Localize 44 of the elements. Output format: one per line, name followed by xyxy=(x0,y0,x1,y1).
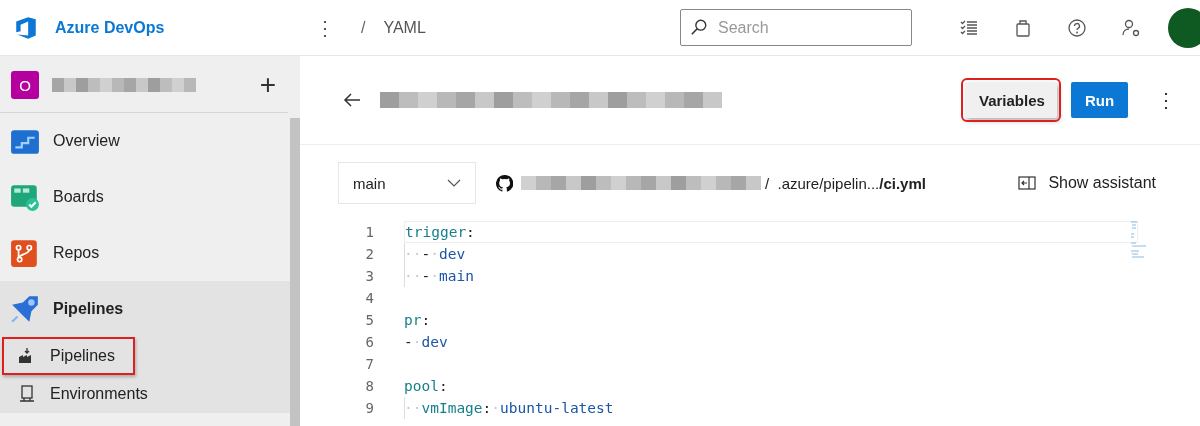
line-number: 9 xyxy=(364,400,374,416)
azure-devops-logo-icon[interactable] xyxy=(13,14,39,41)
line-number: 3 xyxy=(364,268,374,284)
panel-icon xyxy=(1018,176,1037,190)
search-field[interactable]: Search xyxy=(680,9,912,46)
user-settings-icon[interactable] xyxy=(1121,17,1141,38)
more-button[interactable]: ⋮ xyxy=(315,15,335,40)
rocket-icon xyxy=(10,294,40,324)
sidebar-item[interactable]: Pipelines xyxy=(0,281,290,337)
more-button[interactable]: ⋮ xyxy=(1156,88,1176,112)
add-button[interactable]: + xyxy=(259,69,276,101)
line-number: 8 xyxy=(364,378,374,394)
line-number: 5 xyxy=(364,312,374,328)
project-avatar[interactable]: O xyxy=(11,71,39,99)
breadcrumb-separator: / xyxy=(361,18,366,37)
sidebar-item[interactable]: Repos xyxy=(0,225,290,281)
shopping-bag-icon[interactable] xyxy=(1013,17,1033,38)
chevron-down-icon xyxy=(447,179,461,187)
line-number: 1 xyxy=(364,224,374,240)
help-icon[interactable] xyxy=(1067,17,1087,38)
file-path[interactable]: / .azure/pipelin.../ci.yml xyxy=(765,174,926,192)
line-number: 4 xyxy=(364,290,374,306)
scrollbar[interactable] xyxy=(290,118,300,426)
brand-name[interactable]: Azure DevOps xyxy=(55,18,165,37)
code-line: pool: xyxy=(404,377,449,396)
server-icon xyxy=(17,384,37,404)
line-number: 7 xyxy=(364,356,374,372)
line-number: 6 xyxy=(364,334,374,350)
search-icon xyxy=(690,18,708,36)
show-assistant-button[interactable]: Show assistant xyxy=(1012,173,1162,193)
board-check-icon xyxy=(10,182,40,212)
sidebar-item[interactable]: Overview xyxy=(0,113,290,169)
sidebar-subitem[interactable]: Environments xyxy=(2,375,168,413)
line-number: 2 xyxy=(364,246,374,262)
avatar[interactable] xyxy=(1168,7,1200,48)
code-line: pr: xyxy=(404,311,432,330)
github-icon xyxy=(496,174,513,192)
branch-dropdown[interactable]: main xyxy=(338,162,476,204)
breadcrumb-item[interactable]: YAML xyxy=(383,18,426,37)
code-line: -·dev xyxy=(404,333,449,352)
run-button[interactable]: Run xyxy=(1071,82,1128,118)
sidebar-subitem[interactable]: Pipelines xyxy=(2,337,135,375)
branch-tile-icon xyxy=(10,238,40,268)
sidebar-item[interactable]: Boards xyxy=(0,169,290,225)
